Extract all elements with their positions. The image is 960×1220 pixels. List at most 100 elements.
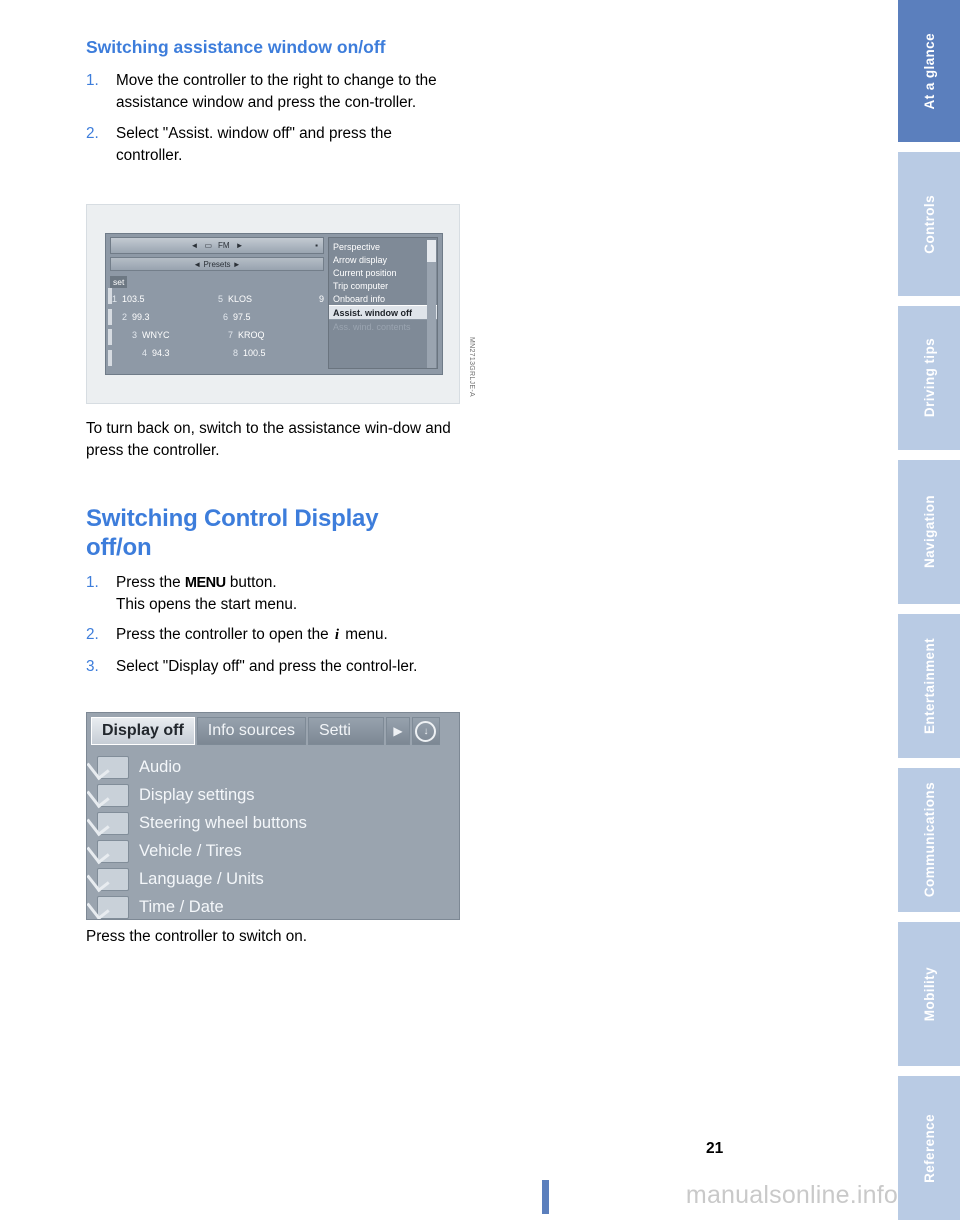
list-item[interactable]: Audio: [97, 753, 451, 781]
preset-index: 5: [218, 294, 224, 304]
sidebar-item-at-a-glance[interactable]: At a glance: [898, 0, 960, 142]
set-badge: set: [110, 276, 128, 288]
assistance-window-menu: Perspective Arrow display Current positi…: [328, 237, 438, 369]
preset-index: 8: [233, 348, 239, 358]
step-text: Select "Assist. window off" and press th…: [116, 125, 392, 165]
step-number: 3.: [86, 657, 99, 675]
list-item[interactable]: Steering wheel buttons: [97, 809, 451, 837]
menu-item-trip-computer[interactable]: Trip computer: [329, 279, 437, 292]
list-item: 1. Move the controller to the right to c…: [86, 70, 438, 113]
list-item: 2. Press the controller to open the i me…: [86, 624, 446, 646]
step-text-post: button.: [225, 574, 277, 591]
list-item[interactable]: Vehicle / Tires: [97, 837, 451, 865]
list-item[interactable]: Display settings: [97, 781, 451, 809]
menu-button-label: MENU: [184, 575, 226, 591]
preset-name: 97.5: [233, 312, 251, 322]
sidebar-item-navigation[interactable]: Navigation: [898, 460, 960, 604]
preset-name: KROQ: [238, 330, 265, 340]
table-row: 1 103.5 5 KLOS 9: [112, 290, 324, 308]
sidebar-item-label: Mobility: [921, 966, 937, 1022]
chevron-right-icon[interactable]: ▶: [385, 717, 410, 745]
figure-settings-menu: Display off Info sources Setti ▶ ↓ Audio…: [86, 712, 460, 920]
tab-display-off[interactable]: Display off: [91, 717, 195, 745]
step-text: Move the controller to the right to chan…: [116, 72, 437, 111]
preset-station-list: 1 103.5 5 KLOS 9 2 99.3 6 97.5 3 WNYC 7 KROQ 4…: [112, 290, 324, 362]
sidebar-item-reference[interactable]: Reference: [898, 1076, 960, 1220]
preset-index: 4: [142, 348, 148, 358]
sidebar-item-label: Communications: [921, 782, 937, 898]
preset-name: WNYC: [142, 330, 170, 340]
sidebar-item-label: Navigation: [921, 495, 937, 569]
preset-index: 2: [122, 312, 128, 322]
list-item[interactable]: Language / Units: [97, 865, 451, 893]
figure-radio-screen: ◄ ▭ FM ► ▪ ◄ Presets ► set 1 103.5 5 KLOS …: [86, 204, 475, 404]
step-number: 1.: [86, 574, 99, 591]
page-title-switching-control-display: Switching Control Display off/on: [86, 504, 506, 563]
checkmark-audio-icon: [97, 755, 129, 779]
list-item: 2. Select "Assist. window off" and press…: [86, 123, 438, 166]
steps-list-assistance: 1. Move the controller to the right to c…: [86, 70, 438, 176]
sidebar-item-entertainment[interactable]: Entertainment: [898, 614, 960, 758]
step-number: 1.: [86, 72, 99, 89]
settings-list: Audio Display settings Steering wheel bu…: [97, 753, 451, 919]
active-chapter-marker: [911, 0, 920, 142]
menu-item-onboard-info[interactable]: Onboard info: [329, 292, 437, 305]
list-item-label: Language / Units: [139, 869, 264, 888]
tab-info-sources[interactable]: Info sources: [196, 717, 306, 745]
paragraph-press-controller: Press the controller to switch on.: [86, 928, 308, 945]
list-item-label: Time / Date: [139, 897, 224, 916]
menu-item-perspective[interactable]: Perspective: [329, 240, 437, 253]
page-content: Switching assistance window on/off 1. Mo…: [0, 0, 898, 1220]
list-item-label: Audio: [139, 757, 182, 776]
menu-item-assist-window-off[interactable]: Assist. window off: [329, 305, 437, 320]
step-text-post: menu.: [341, 626, 388, 644]
title-line-1: Switching Control Display: [86, 505, 379, 532]
preset-name: 99.3: [132, 312, 150, 322]
sidebar-item-label: Reference: [921, 1113, 937, 1183]
info-icon: i: [334, 627, 340, 644]
list-item[interactable]: Time / Date: [97, 893, 451, 919]
step-text-pre: Press the: [116, 574, 185, 591]
sidebar-item-communications[interactable]: Communications: [898, 768, 960, 912]
preset-name: 94.3: [152, 348, 170, 358]
preset-name: 100.5: [243, 348, 266, 358]
scrollbar-thumb[interactable]: [427, 240, 436, 262]
figure-caption: MN2713GRLJE-A: [468, 337, 475, 397]
footer-marker: [542, 1180, 549, 1214]
title-line-2: off/on: [86, 534, 152, 562]
sidebar-item-mobility[interactable]: Mobility: [898, 922, 960, 1066]
radio-icon: ▭: [204, 241, 212, 250]
checkmark-vehicle-icon: [97, 839, 129, 863]
checkmark-time-icon: [97, 895, 129, 919]
sidebar-item-driving-tips[interactable]: Driving tips: [898, 306, 960, 450]
table-row: 2 99.3 6 97.5: [112, 308, 324, 326]
menu-item-arrow-display[interactable]: Arrow display: [329, 253, 437, 266]
step-text-line2: This opens the start menu.: [116, 595, 298, 613]
back-circle-button[interactable]: ↓: [411, 717, 440, 745]
list-item: 3. Select "Display off" and press the co…: [86, 656, 446, 678]
step-number: 2.: [86, 626, 99, 644]
sidebar-item-label: At a glance: [921, 32, 937, 110]
menu-item-ass-wind-contents[interactable]: Ass. wind. contents: [329, 320, 437, 333]
checkmark-steering-wheel-icon: [97, 811, 129, 835]
preset-index: 1: [112, 294, 118, 304]
edge-icon: ▪: [315, 241, 318, 250]
list-item: 1. Press the MENU button. This opens the…: [86, 572, 446, 615]
table-row: 3 WNYC 7 KROQ: [112, 326, 324, 344]
radio-band-bar: ◄ ▭ FM ► ▪: [110, 237, 324, 254]
step-text: Select "Display off" and press the contr…: [116, 657, 418, 675]
radio-screen: ◄ ▭ FM ► ▪ ◄ Presets ► set 1 103.5 5 KLOS …: [105, 233, 443, 375]
preset-index: 6: [223, 312, 229, 322]
sidebar-item-controls[interactable]: Controls: [898, 152, 960, 296]
tab-settings[interactable]: Setti: [307, 717, 384, 745]
left-arrow-icon: ◄: [190, 241, 199, 250]
chapter-tab-rail: At a glance Controls Driving tips Naviga…: [898, 0, 960, 1220]
paragraph-turn-back-on: To turn back on, switch to the assistanc…: [86, 420, 451, 459]
sidebar-item-label: Driving tips: [921, 338, 937, 418]
scrollbar[interactable]: [427, 240, 436, 368]
sidebar-item-label: Controls: [921, 194, 937, 254]
menu-item-current-position[interactable]: Current position: [329, 266, 437, 279]
sidebar-item-label: Entertainment: [921, 638, 937, 734]
arrow-down-icon: ↓: [415, 720, 437, 742]
checkmark-display-icon: [97, 783, 129, 807]
